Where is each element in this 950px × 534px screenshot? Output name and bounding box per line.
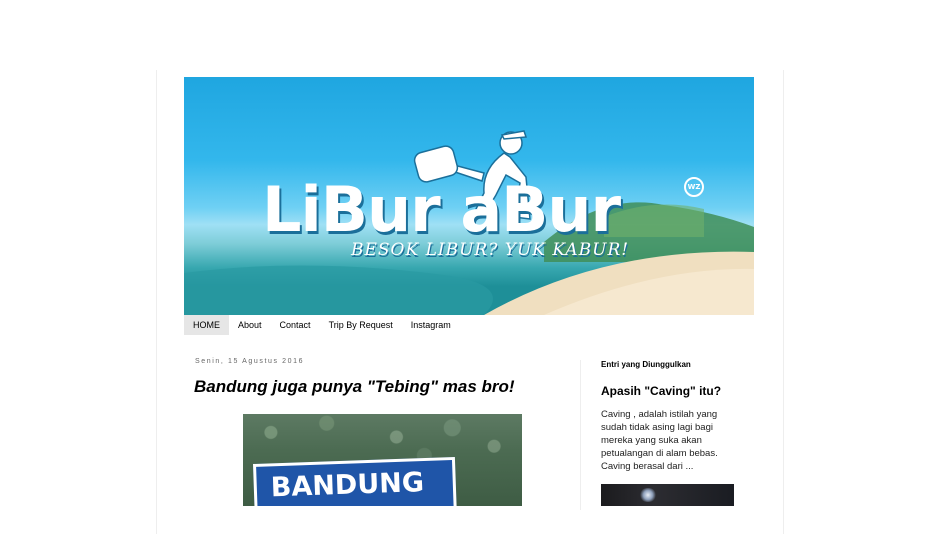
post-title[interactable]: Bandung juga punya "Tebing" mas bro! — [194, 377, 515, 397]
sign-text: BANDUNG — [270, 467, 425, 504]
sidebar-divider — [580, 360, 581, 510]
blog-header-banner[interactable]: LiBur aBur BESOK LIBUR? YUK KABUR! WZ — [184, 77, 754, 315]
logo-tagline: BESOK LIBUR? YUK KABUR! — [351, 240, 630, 260]
post-date: Senin, 15 Agustus 2016 — [195, 358, 305, 365]
popular-post-thumbnail[interactable] — [601, 484, 734, 506]
tab-home[interactable]: HOME — [184, 315, 229, 335]
tab-instagram[interactable]: Instagram — [402, 315, 460, 335]
tab-contact[interactable]: Contact — [271, 315, 320, 335]
page-tabs-nav: HOME About Contact Trip By Request Insta… — [184, 315, 460, 335]
logo-wordmark: LiBur aBur — [262, 173, 621, 246]
popular-post-widget-title: Entri yang Diunggulkan — [601, 360, 691, 369]
popular-post-snippet: Caving , adalah istilah yang sudah tidak… — [601, 409, 718, 472]
bandung-sign: BANDUNG — [253, 456, 458, 506]
cave-light — [639, 488, 657, 502]
logo-badge-icon: WZ — [684, 177, 704, 197]
tab-trip-by-request[interactable]: Trip By Request — [320, 315, 402, 335]
popular-post-title[interactable]: Apasih "Caving" itu? — [601, 384, 721, 398]
post-image[interactable]: BANDUNG — [243, 414, 522, 506]
tab-about[interactable]: About — [229, 315, 271, 335]
